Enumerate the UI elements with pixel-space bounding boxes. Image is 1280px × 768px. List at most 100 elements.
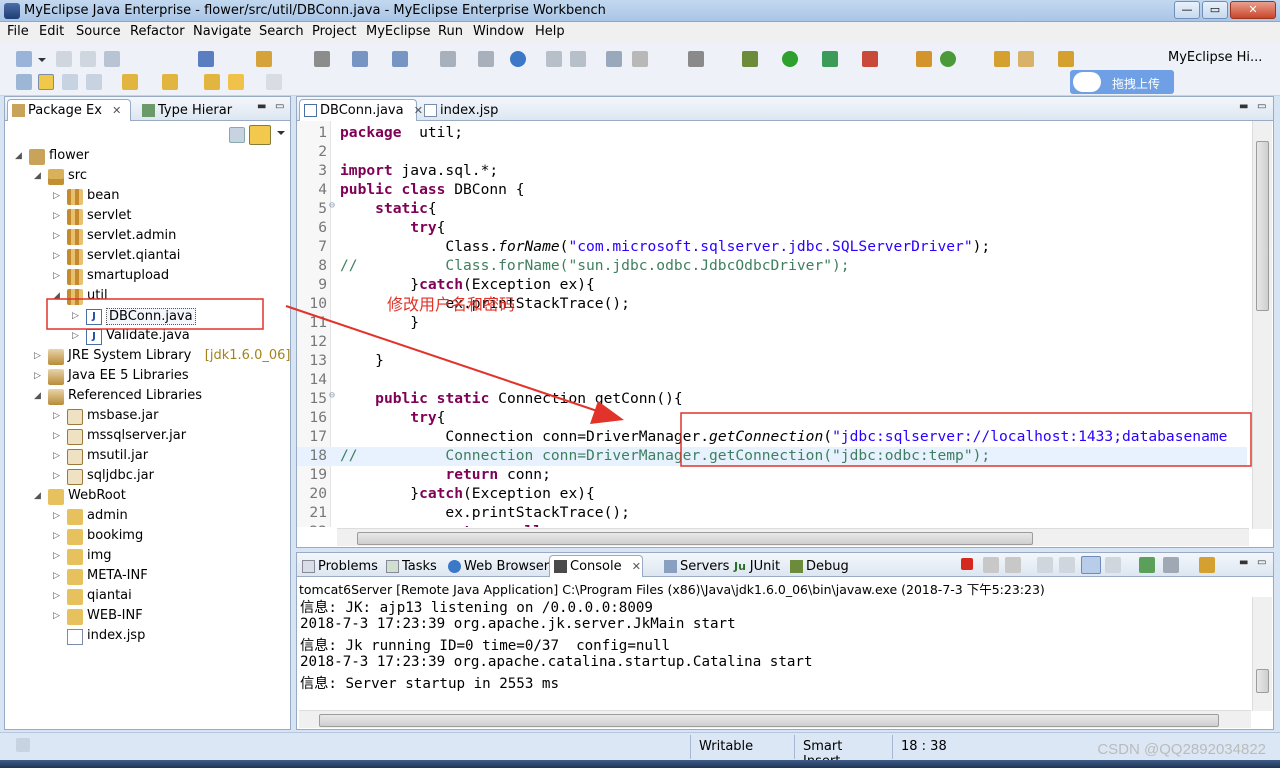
code-line[interactable]: 1 package util;: [297, 124, 1247, 143]
menu-run[interactable]: Run: [438, 24, 463, 39]
tab-junit[interactable]: Ju JUnit: [729, 555, 783, 577]
collapsed-icon[interactable]: ▷: [53, 571, 63, 581]
menu-window[interactable]: Window: [473, 24, 524, 39]
code-line[interactable]: 3 import java.sql.*;: [297, 162, 1247, 181]
collapsed-icon[interactable]: ▷: [53, 271, 63, 281]
code-line[interactable]: 17 Connection conn=DriverManager.getConn…: [297, 428, 1247, 447]
expanded-icon[interactable]: ◢: [15, 151, 25, 161]
scroll-lock-icon[interactable]: [1059, 557, 1075, 573]
menu-project[interactable]: Project: [312, 24, 356, 39]
code-line[interactable]: 20 }catch(Exception ex){: [297, 485, 1247, 504]
collapsed-icon[interactable]: ▷: [53, 611, 63, 621]
minimize-view-icon[interactable]: ▬: [1239, 101, 1248, 112]
collapsed-icon[interactable]: ▷: [53, 231, 63, 241]
collapsed-icon[interactable]: ▷: [53, 591, 63, 601]
settings-icon[interactable]: [632, 51, 648, 67]
open-console-icon[interactable]: [1199, 557, 1215, 573]
open-perspective-icon[interactable]: [198, 51, 214, 67]
toggle-mark-icon[interactable]: [16, 74, 32, 90]
close-button[interactable]: ✕: [1230, 1, 1276, 19]
print-icon[interactable]: [104, 51, 120, 67]
coverage-icon[interactable]: [822, 51, 838, 67]
menu-file[interactable]: File: [7, 24, 29, 39]
console-vertical-scrollbar[interactable]: [1252, 597, 1272, 711]
collapsed-icon[interactable]: ▷: [53, 431, 63, 441]
debug-icon[interactable]: [742, 51, 758, 67]
collapsed-icon[interactable]: ▷: [53, 411, 63, 421]
tab-tasks[interactable]: Tasks: [381, 555, 441, 577]
minimize-button[interactable]: —: [1174, 1, 1200, 19]
scrollbar-thumb[interactable]: [319, 714, 1219, 727]
code-line[interactable]: 21 ex.printStackTrace();: [297, 504, 1247, 523]
console-horizontal-scrollbar[interactable]: [299, 710, 1251, 728]
collapse-all-icon[interactable]: [229, 127, 245, 143]
code-line[interactable]: 11 }: [297, 314, 1247, 333]
word-wrap-icon[interactable]: [1105, 557, 1121, 573]
collapsed-icon[interactable]: ▷: [53, 471, 63, 481]
package-icon[interactable]: [916, 51, 932, 67]
expanded-icon[interactable]: ◢: [53, 291, 63, 301]
code-line[interactable]: 16 try{: [297, 409, 1247, 428]
collapsed-icon[interactable]: ▷: [53, 451, 63, 461]
open-folder-icon[interactable]: [994, 51, 1010, 67]
tab-problems[interactable]: Problems: [297, 555, 378, 577]
browse-icon[interactable]: [1058, 51, 1074, 67]
menu-edit[interactable]: Edit: [39, 24, 64, 39]
save-icon[interactable]: [56, 51, 72, 67]
code-line[interactable]: 4 public class DBConn {: [297, 181, 1247, 200]
code-editor[interactable]: 1 package util; 2 3 import java.sql.*; 4 publi…: [297, 121, 1247, 527]
scrollbar-thumb[interactable]: [1256, 141, 1269, 311]
maximize-view-icon[interactable]: ▭: [1257, 101, 1266, 112]
code-line[interactable]: 14: [297, 371, 1247, 390]
run-icon[interactable]: [782, 51, 798, 67]
menu-refactor[interactable]: Refactor: [130, 24, 185, 39]
back-icon[interactable]: [228, 74, 244, 90]
collapsed-icon[interactable]: ▷: [53, 211, 63, 221]
code-line[interactable]: 8 // Class.forName("sun.jdbc.odbc.JdbcOdb…: [297, 257, 1247, 276]
camera-icon[interactable]: [688, 51, 704, 67]
menu-navigate[interactable]: Navigate: [193, 24, 251, 39]
collapsed-icon[interactable]: ▷: [53, 511, 63, 521]
deploy-icon[interactable]: [314, 51, 330, 67]
code-line[interactable]: 5 ⊖ static{: [297, 200, 1247, 219]
fast-view-icon[interactable]: [16, 738, 30, 752]
paste-icon[interactable]: [570, 51, 586, 67]
collapsed-icon[interactable]: ▷: [72, 311, 82, 321]
tab-dbconn-java[interactable]: DBConn.java ✕: [299, 99, 423, 121]
fold-toggle-icon[interactable]: ⊖: [329, 390, 335, 401]
collapsed-icon[interactable]: ▷: [53, 251, 63, 261]
fold-toggle-icon[interactable]: ⊖: [329, 200, 335, 211]
open-resource-icon[interactable]: [478, 51, 494, 67]
code-line[interactable]: 19 return conn;: [297, 466, 1247, 485]
show-console-icon[interactable]: [1081, 556, 1101, 574]
terminate-icon[interactable]: [961, 558, 973, 570]
code-line[interactable]: 12: [297, 333, 1247, 352]
pin-console-icon[interactable]: [1139, 557, 1155, 573]
new-web-project-icon[interactable]: [256, 51, 272, 67]
tab-debug[interactable]: Debug: [785, 555, 849, 577]
clear-console-icon[interactable]: [1037, 557, 1053, 573]
expanded-icon[interactable]: ◢: [34, 171, 44, 181]
report-icon[interactable]: [606, 51, 622, 67]
next-annotation-icon[interactable]: [122, 74, 138, 90]
refresh-icon[interactable]: [940, 51, 956, 67]
expanded-icon[interactable]: ◢: [34, 391, 44, 401]
code-line[interactable]: 13 }: [297, 352, 1247, 371]
save-all-icon[interactable]: [80, 51, 96, 67]
minimize-view-icon[interactable]: ▬: [1239, 557, 1248, 568]
code-line[interactable]: 18 // Connection conn=DriverManager.getCo…: [297, 447, 1247, 466]
tab-type-hierarchy[interactable]: Type Hierar: [137, 99, 247, 121]
close-icon[interactable]: ✕: [632, 560, 641, 573]
link-with-editor-icon[interactable]: [249, 125, 271, 145]
scrollbar-thumb[interactable]: [357, 532, 1033, 545]
code-line[interactable]: 22 return null;: [297, 523, 1247, 527]
globe-icon[interactable]: [510, 51, 526, 67]
maximize-view-icon[interactable]: ▭: [275, 101, 284, 112]
server-wizard-icon[interactable]: [392, 51, 408, 67]
tab-servers[interactable]: Servers: [659, 555, 729, 577]
external-tools-icon[interactable]: [862, 51, 878, 67]
maximize-view-icon[interactable]: ▭: [1257, 557, 1266, 568]
minimize-view-icon[interactable]: ▬: [257, 101, 266, 112]
code-line[interactable]: 7 Class.forName("com.microsoft.sqlserver…: [297, 238, 1247, 257]
previous-annotation-icon[interactable]: [162, 74, 178, 90]
